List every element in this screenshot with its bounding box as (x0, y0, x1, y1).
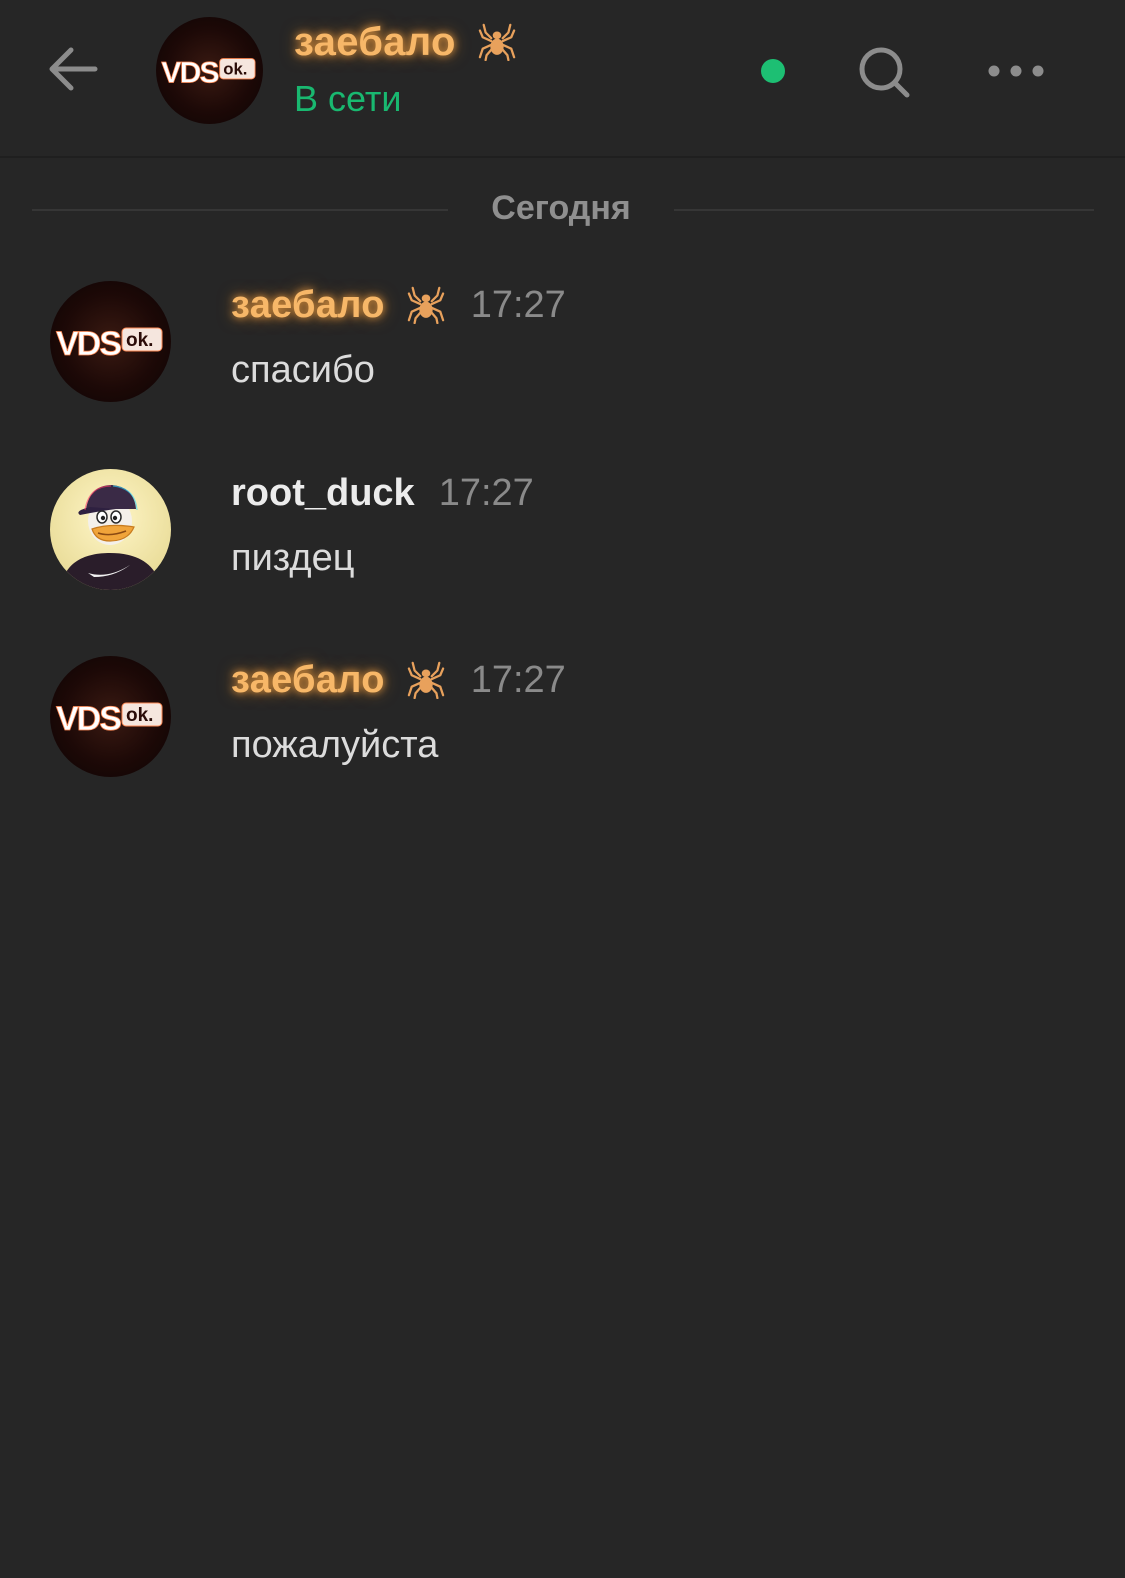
spider-icon (478, 23, 516, 61)
message-header: заебало 17:27 (231, 281, 566, 329)
message-time: 17:27 (438, 471, 534, 514)
author-name[interactable]: заебало (231, 659, 385, 702)
message-header: root_duck 17:27 (231, 469, 534, 517)
message-header: заебало 17:27 (231, 656, 566, 704)
contact-status: В сети (294, 78, 402, 119)
date-divider: Сегодня (32, 185, 1094, 235)
message-item[interactable]: заебало 17:27 спасибо (0, 281, 1125, 441)
message-text: спасибо (231, 349, 375, 391)
divider-line (674, 209, 1094, 211)
chat-header: заебало В сети (0, 0, 1125, 158)
author-name[interactable]: заебало (231, 284, 385, 327)
author-avatar[interactable] (50, 469, 171, 590)
search-icon (859, 47, 910, 98)
message-item[interactable]: заебало 17:27 пожалуйста (0, 656, 1125, 816)
message-text: пиздец (231, 537, 355, 579)
message-item[interactable]: root_duck 17:27 пиздец (0, 469, 1125, 629)
more-horizontal-icon (988, 65, 1044, 77)
author-avatar[interactable] (50, 281, 171, 402)
spider-icon (407, 661, 445, 699)
back-button[interactable] (40, 36, 106, 102)
spider-icon (407, 286, 445, 324)
online-indicator (761, 59, 785, 83)
search-button[interactable] (852, 40, 916, 104)
contact-name: заебало (294, 19, 456, 64)
more-button[interactable] (984, 44, 1048, 98)
date-label: Сегодня (491, 189, 631, 227)
author-name[interactable]: root_duck (231, 472, 415, 515)
divider-line (32, 209, 448, 211)
contact-name-row[interactable]: заебало (294, 18, 516, 66)
message-time: 17:27 (470, 658, 566, 701)
message-time: 17:27 (470, 283, 566, 326)
contact-avatar[interactable] (156, 17, 263, 124)
author-avatar[interactable] (50, 656, 171, 777)
message-text: пожалуйста (231, 724, 439, 766)
arrow-left-icon (49, 47, 98, 91)
